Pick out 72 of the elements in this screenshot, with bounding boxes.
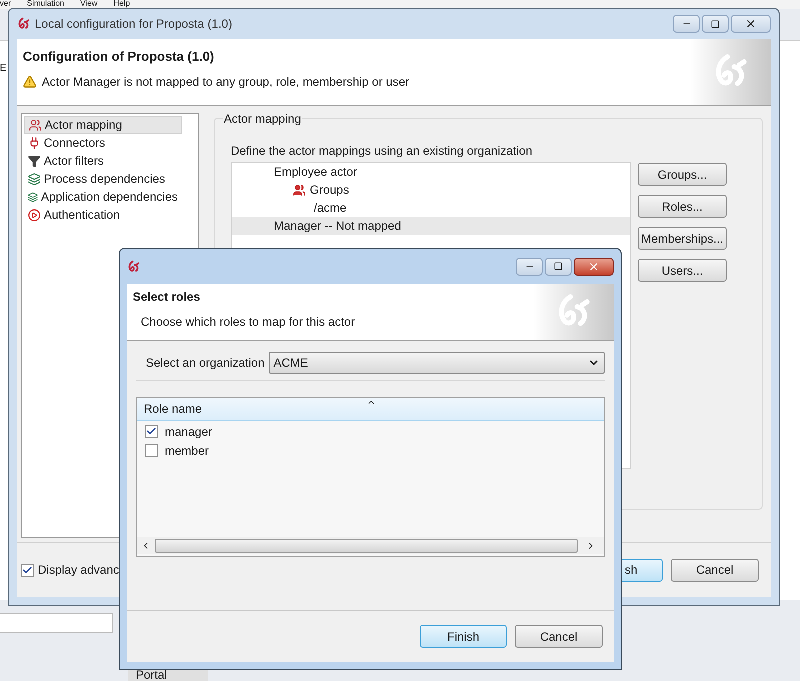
logo-icon (17, 17, 31, 31)
close-button[interactable] (574, 258, 614, 276)
menu-item[interactable]: View (80, 0, 98, 9)
role-label: member (165, 442, 210, 460)
button[interactable]: Finish (420, 625, 507, 648)
tree-label: Manager -- Not mapped (274, 218, 402, 235)
scrollbar-thumb[interactable] (155, 538, 578, 552)
tree-label: Groups (310, 182, 350, 199)
layers-icon (28, 172, 41, 186)
nav-label: Application dependencies (41, 189, 178, 206)
group-icon (293, 184, 306, 196)
nav-label: Authentication (44, 207, 120, 224)
nav-label: Actor filters (44, 153, 104, 170)
nav-item[interactable]: Application dependencies (24, 188, 182, 206)
tree-label: /acme (313, 200, 347, 217)
dialog-description: Choose which roles to map for this actor (140, 314, 356, 331)
input-field[interactable] (0, 613, 113, 633)
maximize-icon (554, 262, 563, 271)
nav-label: Connectors (44, 135, 106, 152)
menu-item[interactable]: Help (114, 0, 130, 9)
close-icon (588, 260, 600, 272)
dropdown-value: ACME (274, 355, 308, 372)
button[interactable]: Groups... (638, 163, 727, 186)
tree-row[interactable]: Groups (232, 181, 630, 199)
maximize-button[interactable] (545, 258, 572, 276)
checkbox[interactable] (145, 444, 158, 457)
sort-icon (367, 398, 376, 407)
nav-label: Process dependencies (44, 171, 166, 188)
button[interactable]: Cancel (671, 558, 759, 582)
role-label: manager (165, 424, 212, 440)
toolbar-label: E (0, 63, 7, 75)
page-heading: Configuration of Proposta (1.0) (23, 48, 216, 66)
dialog-heading: Select roles (133, 289, 202, 306)
tree-row[interactable]: Employee actor (232, 163, 630, 181)
maximize-icon (711, 20, 720, 28)
button[interactable]: Cancel (515, 625, 603, 648)
nav-item[interactable]: Process dependencies (24, 170, 182, 188)
checkbox-label: Display advanc (38, 562, 120, 579)
nav-label: Actor mapping (45, 117, 122, 134)
tree-row[interactable]: Manager -- Not mapped (232, 217, 630, 235)
plug-icon (28, 136, 41, 150)
checkbox[interactable] (21, 564, 34, 576)
warning-text: Actor Manager is not mapped to any group, role, membership or user (42, 74, 410, 90)
horizontal-scrollbar[interactable] (137, 537, 604, 554)
button[interactable]: sh (622, 558, 663, 582)
filter-icon (28, 154, 41, 168)
checkbox[interactable] (145, 425, 158, 438)
window-title: Local configuration for Proposta (1.0) (35, 16, 232, 33)
maximize-button[interactable] (702, 15, 729, 33)
nav-item[interactable]: Authentication (24, 206, 182, 224)
tree-label: Employee actor (274, 164, 358, 181)
button[interactable]: Roles... (638, 195, 727, 218)
column-header[interactable]: Role name (137, 398, 604, 421)
nav-item[interactable]: Actor mapping (24, 116, 182, 134)
button[interactable]: Users... (638, 259, 727, 282)
close-button[interactable] (731, 15, 771, 33)
logo-icon (127, 260, 141, 274)
warning-icon (23, 74, 37, 88)
users-icon (29, 118, 42, 132)
play-icon (28, 208, 41, 222)
field-label: Select an organization (146, 355, 265, 372)
button[interactable]: Memberships... (638, 227, 727, 250)
menu-item[interactable]: ver (0, 0, 12, 9)
layers-icon (28, 190, 38, 204)
nav-item[interactable]: Connectors (24, 134, 182, 152)
organization-dropdown[interactable]: ACME (268, 352, 605, 374)
column-title: Role name (144, 401, 202, 418)
tree-row[interactable]: /acme (232, 199, 630, 217)
instruction-text: Define the actor mappings using an existing organization (231, 143, 534, 160)
close-icon (745, 18, 757, 30)
nav-item[interactable]: Actor filters (24, 152, 182, 170)
menu-item[interactable]: Simulation (27, 0, 64, 9)
